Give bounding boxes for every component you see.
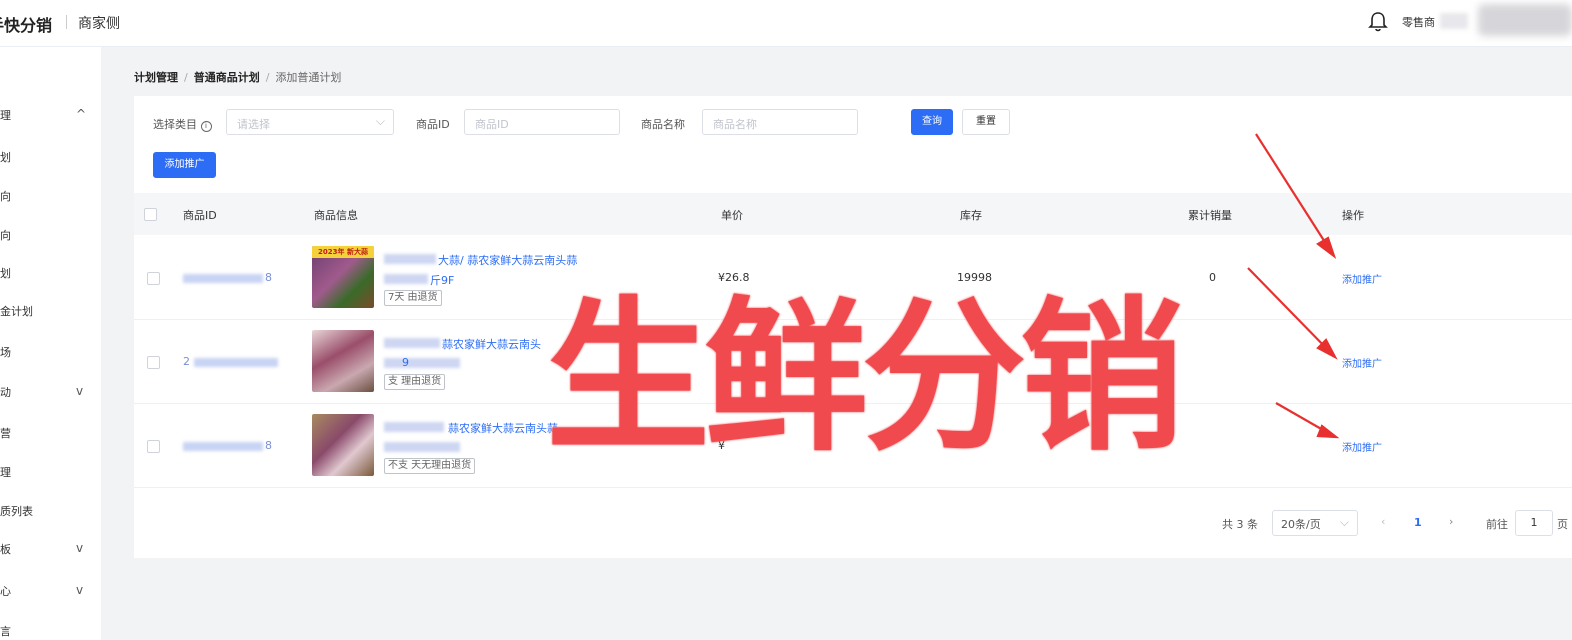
- annotation-arrows: [1247, 133, 1340, 439]
- arrow-1: [1255, 133, 1331, 251]
- arrowhead-3: [1316, 424, 1340, 439]
- arrow-2: [1247, 267, 1331, 353]
- arrowhead-1: [1316, 236, 1337, 259]
